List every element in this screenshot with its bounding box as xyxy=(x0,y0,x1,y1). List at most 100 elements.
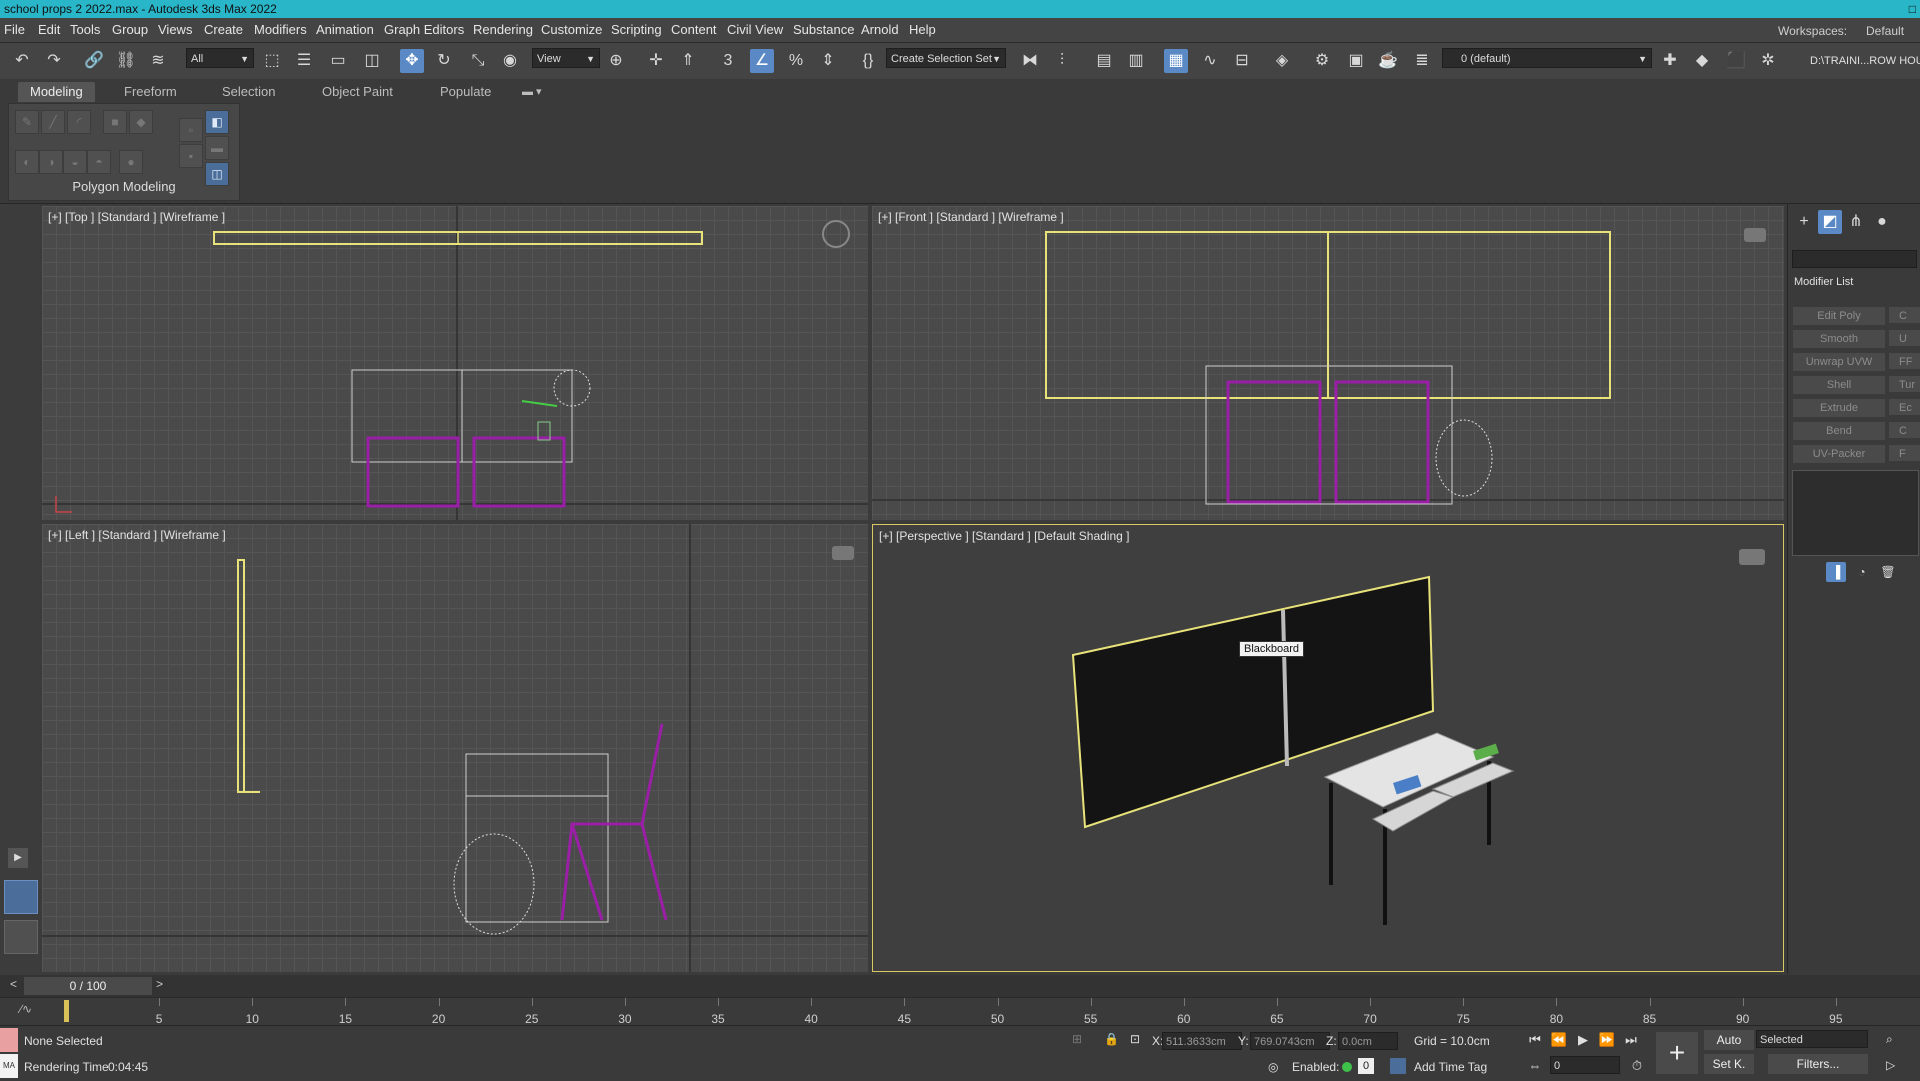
key-filters-button[interactable]: Filters... xyxy=(1768,1054,1868,1074)
shrink-selection-icon[interactable]: ▪ xyxy=(179,144,203,168)
menu-group[interactable]: Group xyxy=(112,22,148,37)
selection-filter-dropdown[interactable]: All ▼ xyxy=(186,48,254,68)
go-to-end-icon[interactable]: ⏭ xyxy=(1620,1030,1642,1050)
set-key-button[interactable]: Set K. xyxy=(1704,1054,1754,1074)
quad-layout-icon[interactable] xyxy=(4,880,38,914)
menu-animation[interactable]: Animation xyxy=(316,22,374,37)
add-layer-icon[interactable]: ✚ xyxy=(1658,49,1682,73)
orbit-icon[interactable]: ▷ xyxy=(1886,1058,1895,1072)
previous-frame-icon[interactable]: ⏪ xyxy=(1548,1030,1570,1050)
modifier-c2-button[interactable]: C xyxy=(1888,421,1920,439)
y-coordinate-field[interactable]: 769.0743cm xyxy=(1250,1032,1330,1050)
schematic-view-icon[interactable]: ⊟ xyxy=(1230,49,1254,73)
menu-content[interactable]: Content xyxy=(671,22,717,37)
angle-snap-icon[interactable]: ∠ xyxy=(750,49,774,73)
modifier-tur-button[interactable]: Tur xyxy=(1888,375,1920,393)
menu-arnold[interactable]: Arnold xyxy=(861,22,899,37)
select-and-scale-icon[interactable]: ⤡ xyxy=(466,49,490,73)
grow-selection-icon[interactable]: ▫ xyxy=(179,118,203,142)
layer-stack-icon[interactable]: ◆ xyxy=(1690,49,1714,73)
material-editor-icon[interactable]: ◈ xyxy=(1270,49,1294,73)
modify-tab-icon[interactable]: ◩ xyxy=(1818,210,1842,234)
time-configuration-icon[interactable]: ⏱ xyxy=(1626,1056,1648,1076)
workspaces-dropdown[interactable]: Default xyxy=(1866,24,1904,38)
menu-tools[interactable]: Tools xyxy=(70,22,100,37)
keyboard-shortcut-override-icon[interactable]: ⇑ xyxy=(676,49,700,73)
viewport-front[interactable]: [+] [Front ] [Standard ] [Wireframe ] xyxy=(872,206,1784,520)
curve-editor-icon[interactable]: ∿ xyxy=(1198,49,1222,73)
select-manipulate-icon[interactable]: ✛ xyxy=(644,49,668,73)
create-tab-icon[interactable]: + xyxy=(1792,210,1816,234)
element-mode-icon[interactable]: ◆ xyxy=(129,110,153,134)
tab-freeform[interactable]: Freeform xyxy=(112,82,189,102)
time-slider-thumb[interactable]: 0 / 100 xyxy=(24,977,152,995)
rendered-frame-window-icon[interactable]: ▣ xyxy=(1344,49,1368,73)
render-production-icon[interactable]: ☕ xyxy=(1376,49,1400,73)
modifier-ec-button[interactable]: Ec xyxy=(1888,398,1920,416)
viewport-perspective[interactable]: [+] [Perspective ] [Standard ] [Default … xyxy=(872,524,1784,972)
select-and-move-icon[interactable]: ✥ xyxy=(400,49,424,73)
viewcube-icon[interactable] xyxy=(1739,549,1765,565)
viewport-top-label[interactable]: [+] [Top ] [Standard ] [Wireframe ] xyxy=(48,210,225,224)
ribbon-options-icon[interactable]: ▬ ▾ xyxy=(510,82,554,102)
menu-scripting[interactable]: Scripting xyxy=(611,22,662,37)
pivot-center-icon[interactable]: ⊕ xyxy=(604,49,628,73)
edit-mode-icon[interactable]: ✎ xyxy=(15,110,39,134)
undo-icon[interactable]: ↶ xyxy=(10,49,34,73)
viewport-perspective-label[interactable]: [+] [Perspective ] [Standard ] [Default … xyxy=(879,529,1129,543)
spinner-snap-icon[interactable]: ⇕ xyxy=(816,49,840,73)
percent-snap-icon[interactable]: % xyxy=(784,49,808,73)
object-name-field[interactable] xyxy=(1792,250,1917,268)
tab-selection[interactable]: Selection xyxy=(210,82,287,102)
add-to-layer-icon[interactable]: ⬛ xyxy=(1724,49,1748,73)
border-mode-icon[interactable]: ◜ xyxy=(67,110,91,134)
viewcube-icon[interactable] xyxy=(832,546,854,560)
curve-editor-mini-icon[interactable]: ∕∿ xyxy=(20,1002,32,1016)
link-icon[interactable]: 🔗 xyxy=(82,49,106,73)
layers-icon[interactable]: ≣ xyxy=(1410,49,1434,73)
menu-views[interactable]: Views xyxy=(158,22,192,37)
unlink-icon[interactable]: ⛓ xyxy=(114,49,138,73)
add-time-tag-icon[interactable] xyxy=(1390,1058,1406,1074)
menu-graph-editors[interactable]: Graph Editors xyxy=(384,22,464,37)
toggle-scene-explorer-icon[interactable]: ▤ xyxy=(1092,49,1116,73)
menu-help[interactable]: Help xyxy=(909,22,936,37)
modifier-edit-poly-button[interactable]: Edit Poly xyxy=(1792,306,1886,326)
show-end-result-icon[interactable]: ◔ xyxy=(1852,562,1872,582)
z-coordinate-field[interactable]: 0.0cm xyxy=(1338,1032,1398,1050)
modifier-extrude-button[interactable]: Extrude xyxy=(1792,398,1886,418)
time-tag-icon[interactable]: ◎ xyxy=(1268,1060,1278,1074)
modifier-uv-packer-button[interactable]: UV-Packer xyxy=(1792,444,1886,464)
enabled-value[interactable]: 0 xyxy=(1358,1058,1374,1074)
viewport-front-label[interactable]: [+] [Front ] [Standard ] [Wireframe ] xyxy=(878,210,1064,224)
maxscript-listener-icon[interactable] xyxy=(0,1028,18,1052)
go-to-start-icon[interactable]: ⏮ xyxy=(1524,1030,1546,1050)
current-frame-field[interactable]: 0 xyxy=(1550,1056,1620,1074)
project-path[interactable]: D:\TRAINI...ROW HOU xyxy=(1810,55,1920,67)
isolate-selection-icon[interactable]: ⊞ xyxy=(1072,1032,1082,1046)
auto-key-button[interactable]: Auto xyxy=(1704,1030,1754,1050)
modifier-ff-button[interactable]: FF xyxy=(1888,352,1920,370)
named-selection-set-dropdown[interactable]: Create Selection Set ▼ xyxy=(886,48,1006,68)
add-time-tag-label[interactable]: Add Time Tag xyxy=(1414,1060,1487,1074)
polygon-modeling-label[interactable]: Polygon Modeling xyxy=(9,179,239,194)
bind-space-warp-icon[interactable]: ≋ xyxy=(146,49,170,73)
modifier-shell-button[interactable]: Shell xyxy=(1792,375,1886,395)
menu-create[interactable]: Create xyxy=(204,22,243,37)
toggle-layer-explorer-icon[interactable]: ▥ xyxy=(1124,49,1148,73)
modify-mode-icon[interactable]: ◐ xyxy=(15,150,39,174)
modifier-stack[interactable] xyxy=(1792,470,1919,556)
menu-civil-view[interactable]: Civil View xyxy=(727,22,783,37)
zoom-icon[interactable]: ⌕ xyxy=(1886,1032,1893,1047)
expand-layout-tab-icon[interactable]: ▶ xyxy=(8,848,28,868)
preserve-uvs-icon[interactable]: ◒ xyxy=(63,150,87,174)
time-config-icon[interactable]: ⇔ xyxy=(1524,1056,1546,1076)
snaps-toggle-icon[interactable]: 3 xyxy=(716,49,740,73)
ignore-backfacing-icon[interactable]: ◓ xyxy=(87,150,111,174)
tab-populate[interactable]: Populate xyxy=(428,82,503,102)
current-frame-marker[interactable] xyxy=(64,1000,69,1022)
menu-substance[interactable]: Substance xyxy=(793,22,854,37)
motion-tab-icon[interactable]: ● xyxy=(1870,210,1894,234)
time-prev-icon[interactable]: < xyxy=(10,977,17,991)
align-icon[interactable]: ⫶ xyxy=(1050,49,1074,73)
